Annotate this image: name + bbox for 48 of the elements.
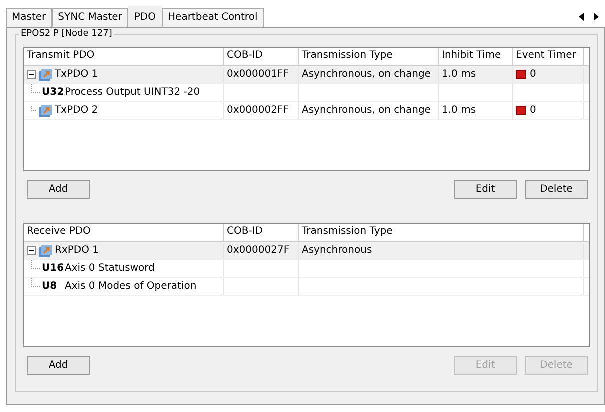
data-type: U8 (42, 281, 58, 292)
column-header[interactable]: COB-ID (224, 48, 299, 65)
data-type: U16 (42, 263, 62, 274)
table-cell: Asynchronous, on change (302, 105, 431, 116)
table-cell: Asynchronous, on change (302, 69, 431, 80)
column-header[interactable]: Transmission Type (299, 48, 439, 65)
object-name[interactable]: Axis 0 Statusword (65, 263, 155, 274)
table-cell: 1.0 ms (442, 105, 476, 116)
tab[interactable]: SYNC Master (52, 8, 128, 27)
collapse-icon[interactable] (27, 70, 36, 79)
column-header[interactable]: COB-ID (224, 224, 299, 241)
pdo-name[interactable]: TxPDO 1 (55, 69, 98, 80)
column-header[interactable]: Event Timer (513, 48, 584, 65)
column-header[interactable]: Receive PDO (24, 224, 224, 241)
data-type: U32 (42, 87, 62, 98)
status-icon (516, 70, 526, 79)
object-name[interactable]: Axis 0 Modes of Operation (65, 281, 197, 292)
column-header[interactable]: Transmission Type (299, 224, 584, 241)
collapse-icon[interactable] (27, 246, 36, 255)
status-icon (516, 106, 526, 115)
tab[interactable]: Heartbeat Control (162, 8, 264, 27)
table-cell: 0 (530, 69, 536, 80)
action-button[interactable]: Delete (525, 180, 588, 199)
pdo-icon (39, 244, 52, 256)
table-cell: 0x000002FF (227, 105, 289, 116)
column-header[interactable]: Inhibit Time (439, 48, 513, 65)
group-title: EPOS2 P [Node 127] (19, 29, 114, 39)
scroll-left-icon[interactable] (579, 13, 584, 21)
action-button[interactable]: Add (27, 356, 90, 375)
tree-line-icon (31, 84, 41, 93)
column-header[interactable]: Transmit PDO (24, 48, 224, 65)
scroll-right-icon[interactable] (594, 13, 599, 21)
table-cell: 0x0000027F (227, 245, 290, 256)
action-button[interactable]: Add (27, 180, 90, 199)
tab[interactable]: PDO (128, 6, 162, 27)
object-name[interactable]: Process Output UINT32 -20 (65, 87, 200, 98)
pdo-icon (39, 104, 52, 116)
tree-line-icon (31, 260, 41, 269)
table-cell: 0 (530, 105, 536, 116)
table-cell: Asynchronous (302, 245, 372, 256)
tree-line-icon (31, 278, 41, 287)
pdo-name[interactable]: RxPDO 1 (55, 245, 100, 256)
table-cell: 1.0 ms (442, 69, 476, 80)
tab[interactable]: Master (6, 8, 52, 27)
action-button[interactable]: Edit (454, 180, 517, 199)
pdo-icon (39, 68, 52, 80)
table-cell: 0x000001FF (227, 69, 289, 80)
pdo-name[interactable]: TxPDO 2 (55, 105, 98, 116)
